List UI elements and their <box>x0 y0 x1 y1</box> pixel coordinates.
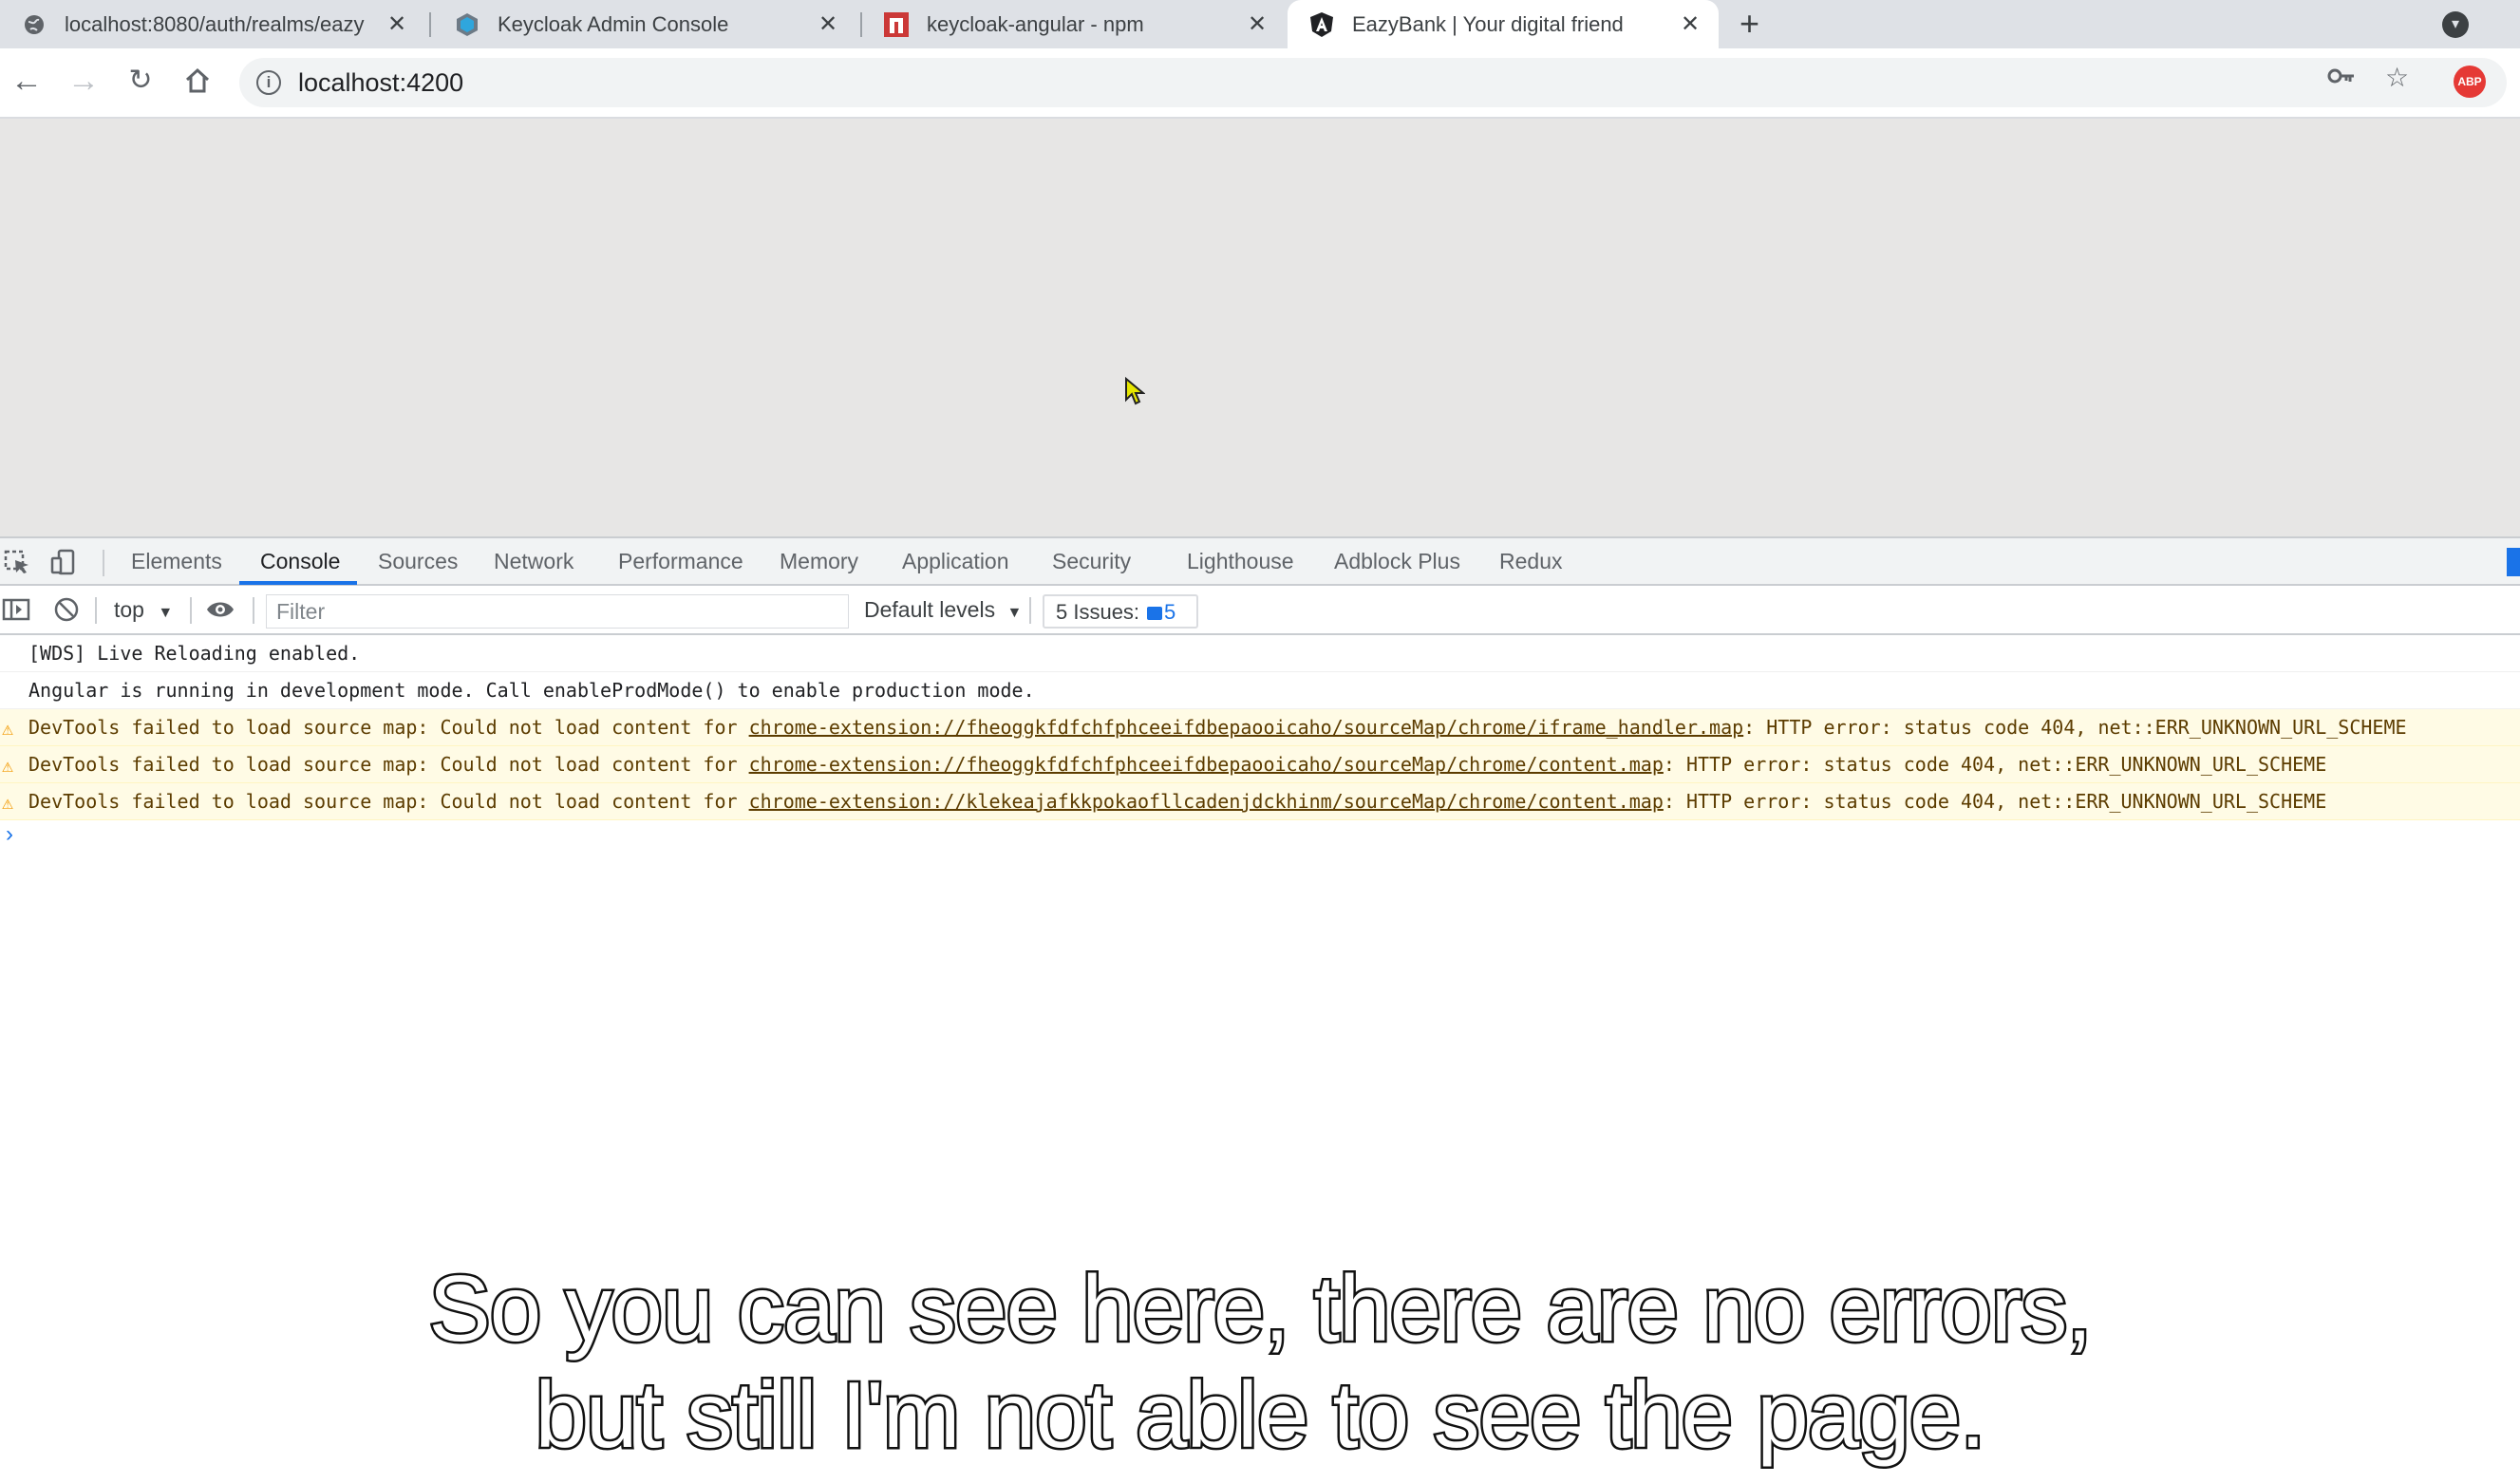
issues-count: 5 <box>1164 600 1176 624</box>
devtools-tab-bar: Elements Console Sources Network Perform… <box>0 538 2520 586</box>
tab-console[interactable]: Console <box>260 549 340 574</box>
page-viewport <box>0 119 2520 536</box>
log-suffix: : HTTP error: status code 404, net::ERR_… <box>1663 790 2327 813</box>
console-messages: [WDS] Live Reloading enabled. Angular is… <box>0 635 2520 854</box>
close-icon[interactable]: ✕ <box>384 10 410 38</box>
globe-icon <box>21 11 47 38</box>
tab-title: EazyBank | Your digital friend <box>1352 11 1624 36</box>
tab-search-icon[interactable]: ▾ <box>2442 11 2469 38</box>
log-text: [WDS] Live Reloading enabled. <box>28 642 361 665</box>
log-suffix: : HTTP error: status code 404, net::ERR_… <box>1663 753 2327 776</box>
tab-memory[interactable]: Memory <box>780 549 858 574</box>
log-prefix: DevTools failed to load source map: Coul… <box>28 753 749 776</box>
browser-tab[interactable]: localhost:8080/auth/realms/eazy ✕ <box>0 0 425 48</box>
chevron-down-icon: ▼ <box>1006 605 1023 621</box>
forward-icon[interactable]: → <box>65 62 103 100</box>
tab-title: keycloak-angular - npm <box>927 11 1144 36</box>
settings-icon[interactable] <box>2507 548 2520 576</box>
subtitle-line: So you can see here, there are no errors… <box>426 1254 2095 1363</box>
console-warning-entry: ⚠ DevTools failed to load source map: Co… <box>0 783 2520 820</box>
console-log-entry: Angular is running in development mode. … <box>0 672 2520 709</box>
close-icon[interactable]: ✕ <box>1677 10 1703 38</box>
tab-network[interactable]: Network <box>494 549 574 574</box>
console-warning-entry: ⚠ DevTools failed to load source map: Co… <box>0 709 2520 746</box>
site-info-icon[interactable]: i <box>256 70 281 95</box>
prompt-chevron-icon: › <box>6 821 13 847</box>
mouse-cursor-icon <box>1125 377 1145 405</box>
tab-sources[interactable]: Sources <box>378 549 458 574</box>
sidebar-toggle-icon[interactable] <box>2 596 30 629</box>
issue-icon <box>1147 607 1163 620</box>
keycloak-icon <box>454 11 480 38</box>
tab-redux[interactable]: Redux <box>1499 549 1562 574</box>
log-prefix: DevTools failed to load source map: Coul… <box>28 790 749 813</box>
home-icon[interactable] <box>179 62 216 100</box>
log-suffix: : HTTP error: status code 404, net::ERR_… <box>1743 716 2407 739</box>
browser-tab-active[interactable]: EazyBank | Your digital friend ✕ <box>1288 0 1719 48</box>
angular-icon <box>1308 11 1335 38</box>
subtitle-line: but still I'm not able to see the page. <box>533 1361 1988 1470</box>
log-prefix: DevTools failed to load source map: Coul… <box>28 716 749 739</box>
device-toolbar-icon[interactable] <box>49 549 78 575</box>
divider <box>253 597 254 624</box>
divider <box>103 550 104 576</box>
active-tab-indicator <box>239 581 357 585</box>
log-levels-label: Default levels <box>864 597 996 622</box>
log-text: Angular is running in development mode. … <box>28 679 1035 702</box>
chevron-down-icon: ▼ <box>158 605 174 621</box>
reload-icon[interactable]: ↻ <box>122 62 160 100</box>
back-icon[interactable]: ← <box>8 62 46 100</box>
browser-tab[interactable]: keycloak-angular - npm ✕ <box>862 0 1286 48</box>
source-map-link[interactable]: chrome-extension://fheoggkfdfchfphceeifd… <box>749 716 1744 739</box>
context-label: top <box>114 597 144 622</box>
video-subtitle: So you can see here, there are no errors… <box>0 1254 2520 1470</box>
live-expression-eye-icon[interactable] <box>205 597 235 628</box>
divider <box>190 597 192 624</box>
tab-title: localhost:8080/auth/realms/eazy <box>65 11 365 36</box>
tab-lighthouse[interactable]: Lighthouse <box>1187 549 1294 574</box>
console-toolbar: top ▼ Filter Default levels ▼ 5 Issues: 5 <box>0 586 2520 635</box>
key-icon[interactable] <box>2326 62 2357 97</box>
adblock-plus-icon[interactable]: ABP <box>2454 66 2486 98</box>
bookmark-star-icon[interactable]: ☆ <box>2385 62 2409 93</box>
new-tab-icon[interactable]: + <box>1740 7 1759 41</box>
close-icon[interactable]: ✕ <box>1244 10 1270 38</box>
browser-toolbar: ← → ↻ i localhost:4200 ☆ ABP <box>0 48 2520 119</box>
warning-icon: ⚠ <box>2 717 14 740</box>
console-warning-entry: ⚠ DevTools failed to load source map: Co… <box>0 746 2520 783</box>
url-text: localhost:4200 <box>298 68 464 97</box>
console-prompt-input[interactable]: › <box>0 820 2520 854</box>
address-bar[interactable]: i localhost:4200 <box>239 58 2507 107</box>
issues-button[interactable]: 5 Issues: 5 <box>1043 594 1198 629</box>
tab-application[interactable]: Application <box>902 549 1009 574</box>
context-selector[interactable]: top ▼ <box>114 597 173 623</box>
inspect-element-icon[interactable] <box>4 549 32 575</box>
tab-separator <box>429 12 431 37</box>
console-log-entry: [WDS] Live Reloading enabled. <box>0 635 2520 672</box>
log-levels-dropdown[interactable]: Default levels ▼ <box>864 597 1022 623</box>
browser-tab[interactable]: Keycloak Admin Console ✕ <box>433 0 856 48</box>
tab-security[interactable]: Security <box>1052 549 1131 574</box>
browser-tab-strip: localhost:8080/auth/realms/eazy ✕ Keyclo… <box>0 0 2520 48</box>
source-map-link[interactable]: chrome-extension://klekeajafkkpokaofllca… <box>749 790 1664 813</box>
npm-icon <box>883 11 910 38</box>
console-filter-input[interactable]: Filter <box>266 594 849 629</box>
tab-elements[interactable]: Elements <box>131 549 222 574</box>
close-icon[interactable]: ✕ <box>815 10 841 38</box>
tab-performance[interactable]: Performance <box>618 549 743 574</box>
issues-label: 5 Issues: <box>1056 600 1140 624</box>
tab-adblock-plus[interactable]: Adblock Plus <box>1334 549 1460 574</box>
divider <box>95 597 97 624</box>
clear-console-icon[interactable] <box>53 596 80 629</box>
source-map-link[interactable]: chrome-extension://fheoggkfdfchfphceeifd… <box>749 753 1664 776</box>
tab-title: Keycloak Admin Console <box>498 11 729 36</box>
warning-icon: ⚠ <box>2 791 14 814</box>
warning-icon: ⚠ <box>2 754 14 777</box>
divider <box>1029 597 1031 624</box>
